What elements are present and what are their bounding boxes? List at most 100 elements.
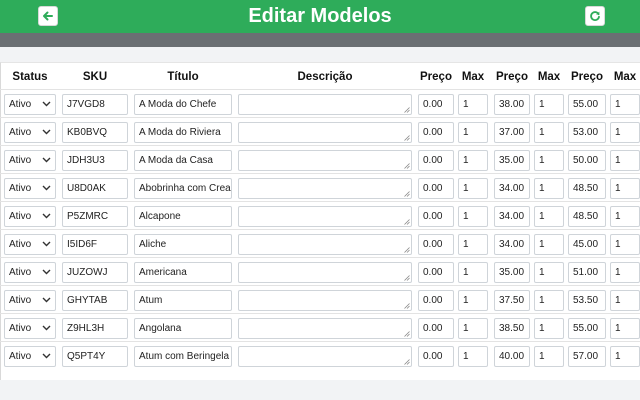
max-field-3[interactable]: 1 [610,178,640,199]
title-field[interactable]: Angolana [134,318,232,339]
title-field[interactable]: Alcapone [134,206,232,227]
price-field-2[interactable]: 38.00 [494,94,530,115]
max-field-2[interactable]: 1 [534,206,564,227]
back-button[interactable] [38,6,58,26]
price-field-2[interactable]: 35.00 [494,262,530,283]
sku-field[interactable]: JUZOWJ [62,262,128,283]
price-field-3[interactable]: 53.50 [568,290,606,311]
price-field-3[interactable]: 51.00 [568,262,606,283]
max-field-1[interactable]: 1 [458,290,488,311]
max-field-1[interactable]: 1 [458,346,488,367]
price-field-3[interactable]: 45.00 [568,234,606,255]
max-field-1[interactable]: 1 [458,234,488,255]
description-field[interactable] [238,318,412,339]
max-field-2[interactable]: 1 [534,234,564,255]
max-field-3[interactable]: 1 [610,206,640,227]
status-select[interactable]: Ativo [4,234,56,255]
description-field[interactable] [238,94,412,115]
max-field-1[interactable]: 1 [458,94,488,115]
price-field-3[interactable]: 55.00 [568,94,606,115]
description-field[interactable] [238,346,412,367]
price-field-1[interactable]: 0.00 [418,178,454,199]
status-select[interactable]: Ativo [4,150,56,171]
max-field-3[interactable]: 1 [610,346,640,367]
price-field-1[interactable]: 0.00 [418,262,454,283]
max-field-3[interactable]: 1 [610,262,640,283]
price-field-1[interactable]: 0.00 [418,290,454,311]
status-select[interactable]: Ativo [4,122,56,143]
price-field-2[interactable]: 37.00 [494,122,530,143]
price-field-2[interactable]: 34.00 [494,234,530,255]
description-field[interactable] [238,178,412,199]
sku-field[interactable]: Q5PT4Y [62,346,128,367]
price-field-3[interactable]: 48.50 [568,178,606,199]
description-field[interactable] [238,206,412,227]
price-field-1[interactable]: 0.00 [418,318,454,339]
description-field[interactable] [238,290,412,311]
price-field-1[interactable]: 0.00 [418,346,454,367]
sku-field[interactable]: J7VGD8 [62,94,128,115]
max-field-2[interactable]: 1 [534,122,564,143]
title-field[interactable]: Atum com Beringela [134,346,232,367]
max-field-1[interactable]: 1 [458,262,488,283]
max-field-1[interactable]: 1 [458,122,488,143]
refresh-button[interactable] [585,6,605,26]
max-field-1[interactable]: 1 [458,150,488,171]
max-field-2[interactable]: 1 [534,94,564,115]
max-field-3[interactable]: 1 [610,94,640,115]
status-select[interactable]: Ativo [4,346,56,367]
description-field[interactable] [238,150,412,171]
sku-field[interactable]: KB0BVQ [62,122,128,143]
max-field-2[interactable]: 1 [534,318,564,339]
sku-field[interactable]: GHYTAB [62,290,128,311]
price-field-3[interactable]: 55.00 [568,318,606,339]
price-field-1[interactable]: 0.00 [418,206,454,227]
sku-field[interactable]: Z9HL3H [62,318,128,339]
description-field[interactable] [238,262,412,283]
max-field-2[interactable]: 1 [534,178,564,199]
price-field-2[interactable]: 34.00 [494,178,530,199]
price-field-1[interactable]: 0.00 [418,122,454,143]
status-select[interactable]: Ativo [4,206,56,227]
price-field-1[interactable]: 0.00 [418,150,454,171]
max-field-3[interactable]: 1 [610,122,640,143]
max-field-2[interactable]: 1 [534,262,564,283]
status-select[interactable]: Ativo [4,318,56,339]
description-field[interactable] [238,234,412,255]
price-field-2[interactable]: 34.00 [494,206,530,227]
title-field[interactable]: A Moda do Riviera [134,122,232,143]
status-select[interactable]: Ativo [4,94,56,115]
title-field[interactable]: Atum [134,290,232,311]
sku-field[interactable]: P5ZMRC [62,206,128,227]
max-field-3[interactable]: 1 [610,290,640,311]
status-select[interactable]: Ativo [4,262,56,283]
sku-field[interactable]: U8D0AK [62,178,128,199]
price-field-1[interactable]: 0.00 [418,234,454,255]
title-field[interactable]: Abobrinha com Crea [134,178,232,199]
max-field-2[interactable]: 1 [534,346,564,367]
max-field-3[interactable]: 1 [610,318,640,339]
description-field[interactable] [238,122,412,143]
price-field-1[interactable]: 0.00 [418,94,454,115]
price-field-2[interactable]: 35.00 [494,150,530,171]
price-field-2[interactable]: 38.50 [494,318,530,339]
price-field-3[interactable]: 48.50 [568,206,606,227]
title-field[interactable]: Aliche [134,234,232,255]
sku-field[interactable]: JDH3U3 [62,150,128,171]
price-field-2[interactable]: 37.50 [494,290,530,311]
price-field-3[interactable]: 50.00 [568,150,606,171]
max-field-1[interactable]: 1 [458,318,488,339]
max-field-3[interactable]: 1 [610,150,640,171]
max-field-3[interactable]: 1 [610,234,640,255]
title-field[interactable]: Americana [134,262,232,283]
price-field-3[interactable]: 57.00 [568,346,606,367]
price-field-3[interactable]: 53.00 [568,122,606,143]
title-field[interactable]: A Moda da Casa [134,150,232,171]
status-select[interactable]: Ativo [4,290,56,311]
price-field-2[interactable]: 40.00 [494,346,530,367]
max-field-1[interactable]: 1 [458,178,488,199]
status-select[interactable]: Ativo [4,178,56,199]
max-field-1[interactable]: 1 [458,206,488,227]
title-field[interactable]: A Moda do Chefe [134,94,232,115]
max-field-2[interactable]: 1 [534,290,564,311]
